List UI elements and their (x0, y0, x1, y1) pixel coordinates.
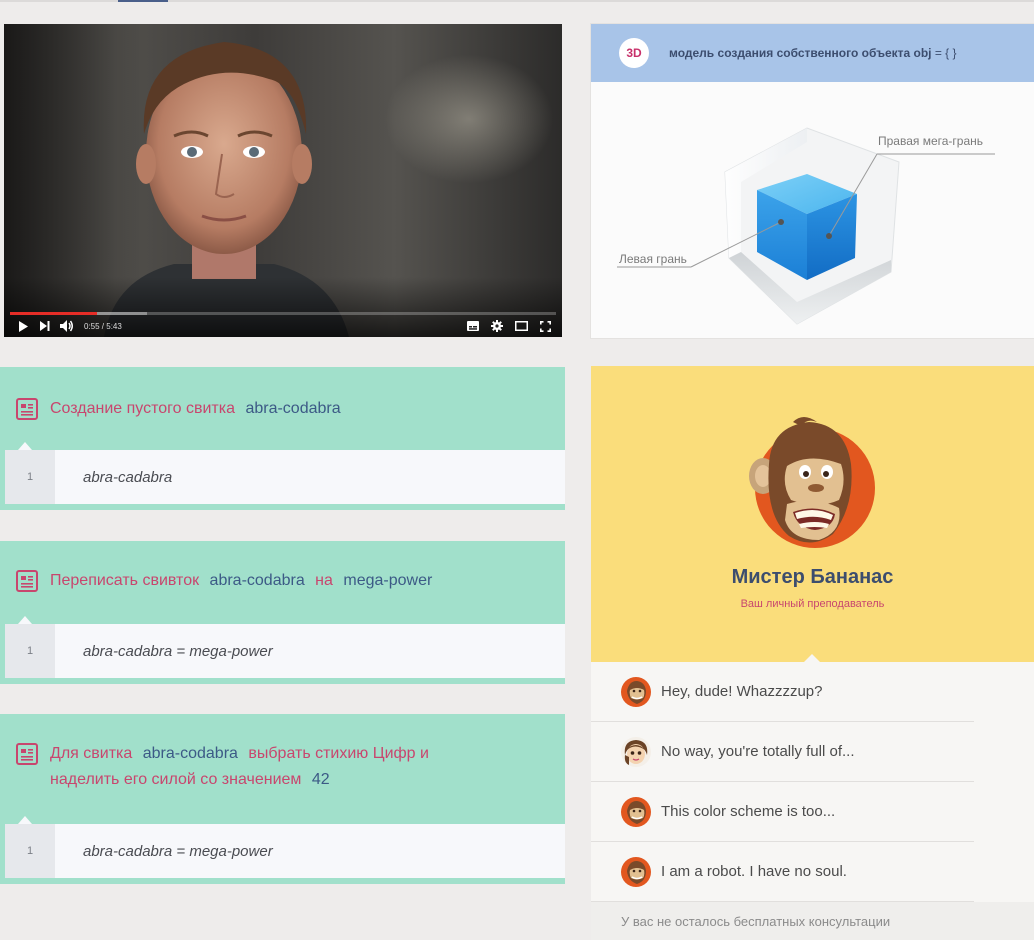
task-title-text: Переписать свивток (50, 572, 200, 589)
header-notch (804, 654, 820, 662)
header-notch (18, 816, 32, 824)
monkey-avatar-icon (621, 856, 651, 887)
code-text[interactable]: abra-cadabra = mega-power (83, 843, 273, 860)
code-line[interactable]: 1 abra-cadabra = mega-power (5, 824, 565, 878)
task-title-text: на (315, 572, 333, 589)
code-text[interactable]: abra-cadabra = mega-power (83, 643, 273, 660)
header-notch (18, 616, 32, 624)
settings-gear-icon[interactable] (486, 318, 508, 334)
video-time: 0:55 / 5:43 (84, 321, 122, 331)
task-title-text: наделить его силой со значением (50, 771, 302, 788)
document-icon (16, 570, 38, 592)
task-header: Для свитка abra-codabra выбрать стихию Ц… (0, 714, 565, 793)
3d-title-text: модель создания собственного объекта obj (669, 46, 932, 60)
monkey-mascot-icon (749, 417, 875, 548)
header-notch (18, 442, 32, 450)
task-title-keyword: abra-codabra (245, 400, 341, 417)
chat-message-text: This color scheme is too... (661, 803, 836, 820)
right-face-label: Правая мега-грань (878, 134, 984, 148)
tutor-role: Ваш личный преподаватель (740, 598, 885, 610)
document-icon (16, 398, 38, 420)
chat-message[interactable]: This color scheme is too... (591, 782, 974, 842)
video-controls: 0:55 / 5:43 (4, 318, 562, 334)
task-header: Переписать свивток abra-codabra на mega-… (0, 541, 565, 594)
code-line[interactable]: 1 abra-cadabra = mega-power (5, 624, 565, 678)
progress-fill (10, 312, 98, 315)
cube-diagram: Правая мега-грань Левая грань (591, 82, 1034, 338)
task-title: Переписать свивток abra-codabra на mega-… (50, 568, 438, 594)
left-face-label: Левая грань (619, 252, 687, 266)
tutor-header: Мистер Бананас Ваш личный преподаватель (591, 366, 1034, 662)
task-title-keyword: abra-codabra (142, 745, 238, 762)
theater-mode-icon[interactable] (510, 318, 532, 334)
video-player[interactable]: 0:55 / 5:43 (4, 24, 562, 337)
task-title-keyword: mega-power (343, 572, 433, 589)
next-icon[interactable] (34, 318, 56, 334)
task-card-1: Создание пустого свитка abra-codabra 1 a… (0, 367, 565, 510)
fullscreen-icon[interactable] (534, 318, 556, 334)
task-title-text: выбрать стихию Цифр и (248, 745, 429, 762)
monkey-avatar-icon (621, 676, 651, 707)
line-number: 1 (5, 624, 55, 678)
active-tab-indicator (118, 0, 168, 2)
chat-message-text: Hey, dude! Whazzzzup? (661, 683, 823, 700)
monkey-avatar-icon (621, 796, 651, 827)
girl-avatar-icon (621, 736, 651, 767)
task-title-keyword: 42 (311, 771, 330, 788)
3d-card-title: модель создания собственного объекта obj… (669, 46, 957, 60)
document-icon (16, 743, 38, 765)
task-header: Создание пустого свитка abra-codabra (0, 367, 565, 422)
task-card-3: Для свитка abra-codabra выбрать стихию Ц… (0, 714, 565, 884)
task-card-2: Переписать свивток abra-codabra на mega-… (0, 541, 565, 684)
chat-message-text: I am a robot. I have no soul. (661, 863, 847, 880)
3d-model-card: 3D модель создания собственного объекта … (591, 24, 1034, 338)
chat-message[interactable]: I am a robot. I have no soul. (591, 842, 974, 902)
video-progress-bar[interactable] (10, 312, 556, 315)
task-title: Создание пустого свитка abra-codabra (50, 396, 347, 422)
task-title-text: Для свитка (50, 745, 133, 762)
consultations-notice: У вас не осталось бесплатных консультаци… (591, 902, 1034, 940)
task-title: Для свитка abra-codabra выбрать стихию Ц… (50, 741, 429, 793)
3d-title-code: = { } (934, 46, 957, 60)
chat-message[interactable]: No way, you're totally full of... (591, 722, 974, 782)
chat-message-text: No way, you're totally full of... (661, 743, 855, 760)
code-text[interactable]: abra-cadabra (83, 469, 172, 486)
line-number: 1 (5, 450, 55, 504)
cube-illustration (617, 127, 995, 325)
task-title-keyword: abra-codabra (209, 572, 305, 589)
code-line[interactable]: 1 abra-cadabra (5, 450, 565, 504)
subtitles-icon[interactable] (462, 318, 484, 334)
chat-message[interactable]: Hey, dude! Whazzzzup? (591, 662, 974, 722)
3d-card-header: 3D модель создания собственного объекта … (591, 24, 1034, 82)
play-icon[interactable] (12, 318, 34, 334)
tutor-name: Мистер Бананас (731, 566, 894, 588)
3d-badge: 3D (619, 38, 649, 68)
line-number: 1 (5, 824, 55, 878)
task-title-text: Создание пустого свитка (50, 400, 235, 417)
volume-icon[interactable] (56, 318, 78, 334)
tutor-card: Мистер Бананас Ваш личный преподаватель … (591, 366, 1034, 940)
